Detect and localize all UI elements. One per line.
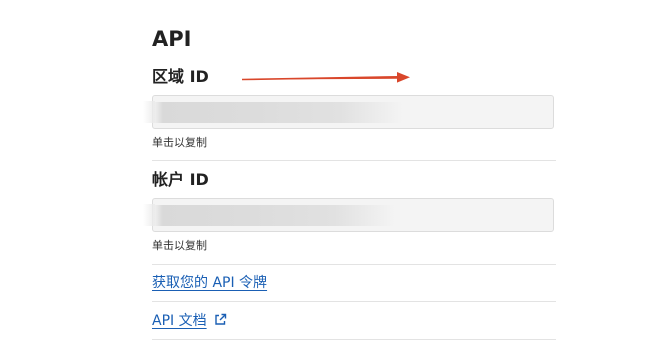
arrow-right-annotation xyxy=(242,72,410,83)
divider xyxy=(152,301,556,302)
external-link-icon xyxy=(214,313,226,325)
api-docs-link[interactable]: API 文档 xyxy=(152,311,227,331)
redaction-spill xyxy=(143,204,155,226)
account-id-field[interactable] xyxy=(152,198,554,232)
get-api-token-link[interactable]: 获取您的 API 令牌 xyxy=(152,273,267,293)
account-id-label: 帐户 ID xyxy=(152,170,209,189)
region-id-redaction xyxy=(153,102,403,123)
region-id-field[interactable] xyxy=(152,95,554,129)
divider xyxy=(152,264,556,265)
redaction-spill xyxy=(143,101,155,123)
api-section-title: API xyxy=(152,27,192,51)
divider xyxy=(152,339,556,340)
divider xyxy=(152,160,556,161)
account-id-redaction xyxy=(153,205,395,226)
api-docs-link-label: API 文档 xyxy=(152,313,207,329)
region-id-copy-hint: 单击以复制 xyxy=(152,136,207,149)
account-id-copy-hint: 单击以复制 xyxy=(152,239,207,252)
region-id-label: 区域 ID xyxy=(152,67,209,86)
